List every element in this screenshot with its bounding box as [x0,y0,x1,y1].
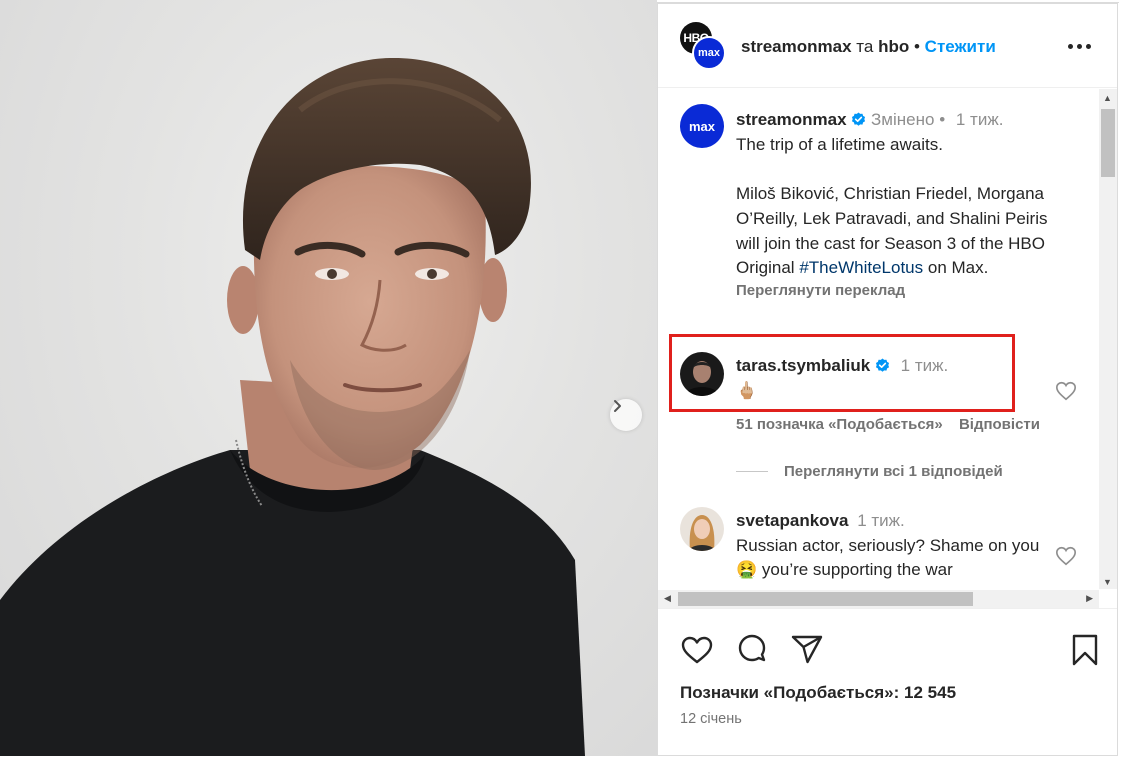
connector-text: та [856,37,874,56]
reply-button[interactable]: Відповісти [959,416,1040,433]
instagram-post-view: HBO max streamonmax та hbo • Стежити max… [0,0,1121,756]
verified-icon [852,112,866,126]
more-options-icon[interactable] [1068,36,1096,56]
comment-heart-icon[interactable] [1055,380,1077,402]
action-bar [680,633,1100,669]
comment-text-after: you’re supporting the war [761,560,953,580]
account-link-hbo[interactable]: hbo [878,37,909,56]
comment-username[interactable]: taras.tsymbaliuk [736,356,870,375]
comment-heart-icon[interactable] [1055,545,1077,567]
max-avatar: max [692,36,726,70]
account-link-streamonmax[interactable]: streamonmax [741,37,852,56]
bookmark-icon[interactable] [1068,633,1102,667]
post-side-panel: HBO max streamonmax та hbo • Стежити max… [657,3,1118,756]
portrait-illustration [0,57,585,756]
comment-username[interactable]: svetapankova [736,511,848,530]
post-photo [0,0,657,756]
avatar-photo [680,352,724,396]
scroll-right-arrow[interactable]: ▶ [1086,593,1093,604]
comment-meta: 51 позначка «Подобається» Відповісти [736,416,1040,433]
caption-edited: Змінено [871,110,935,129]
scroll-thumb[interactable] [678,592,973,606]
post-footer: Позначки «Подобається»: 12 545 12 січень [658,608,1117,757]
comment-text: 🖕🏼 [736,380,758,400]
next-image-button[interactable] [610,399,642,431]
header-accounts: streamonmax та hbo • Стежити [741,37,996,57]
comment-text-before: Russian actor, seriously? Shame on you [736,535,1040,555]
post-header: HBO max streamonmax та hbo • Стежити [658,4,1117,88]
chevron-right-icon [614,400,621,412]
caption-dot: • [939,110,946,129]
caption-time[interactable]: 1 тиж. [956,110,1004,129]
horizontal-scrollbar[interactable]: ◀ ▶ [658,590,1099,608]
comment-time[interactable]: 1 тиж. [901,356,949,375]
comment-time[interactable]: 1 тиж. [857,511,905,530]
taras-avatar[interactable] [680,352,724,396]
hashtag-link[interactable]: #TheWhiteLotus [799,258,923,277]
comment-likes-count[interactable]: 51 позначка «Подобається» [736,416,943,433]
comments-scroll-area[interactable]: max streamonmax Змінено • 1 тиж. The tri… [658,89,1098,589]
comment-icon[interactable] [735,633,769,667]
separator-dot: • [913,37,920,56]
scroll-down-arrow[interactable]: ▼ [1103,577,1112,587]
caption-tail: on Max. [927,258,989,278]
replies-line [736,471,768,472]
collab-avatars[interactable]: HBO max [680,22,726,70]
scroll-left-arrow[interactable]: ◀ [664,593,671,604]
see-translation-link[interactable]: Переглянути переклад [736,281,1066,301]
comment-taras: taras.tsymbaliuk 1 тиж. 🖕🏼 [736,354,1066,403]
follow-button[interactable]: Стежити [925,37,996,56]
scroll-corner [1099,590,1117,608]
view-replies[interactable]: Переглянути всі 1 відповідей [736,463,1003,480]
view-replies-label[interactable]: Переглянути всі 1 відповідей [784,463,1003,480]
sveta-avatar[interactable] [680,507,724,551]
caption-username[interactable]: streamonmax [736,110,847,129]
comment-sveta: svetapankova 1 тиж. Russian actor, serio… [736,509,1066,583]
verified-icon [875,358,889,372]
caption-block: streamonmax Змінено • 1 тиж. The trip of… [736,108,1066,301]
vertical-scrollbar[interactable]: ▲ ▼ [1099,89,1117,589]
comment-emoji: 🤮 [736,560,758,580]
caption-avatar[interactable]: max [680,104,724,148]
likes-count[interactable]: Позначки «Подобається»: 12 545 [680,683,956,703]
scroll-up-arrow[interactable]: ▲ [1103,93,1112,103]
share-icon[interactable] [790,633,824,667]
post-date[interactable]: 12 січень [680,711,742,727]
avatar-photo [680,507,724,551]
heart-icon[interactable] [680,633,714,667]
caption-line1: The trip of a lifetime awaits. [736,134,943,154]
scroll-thumb[interactable] [1101,109,1115,177]
